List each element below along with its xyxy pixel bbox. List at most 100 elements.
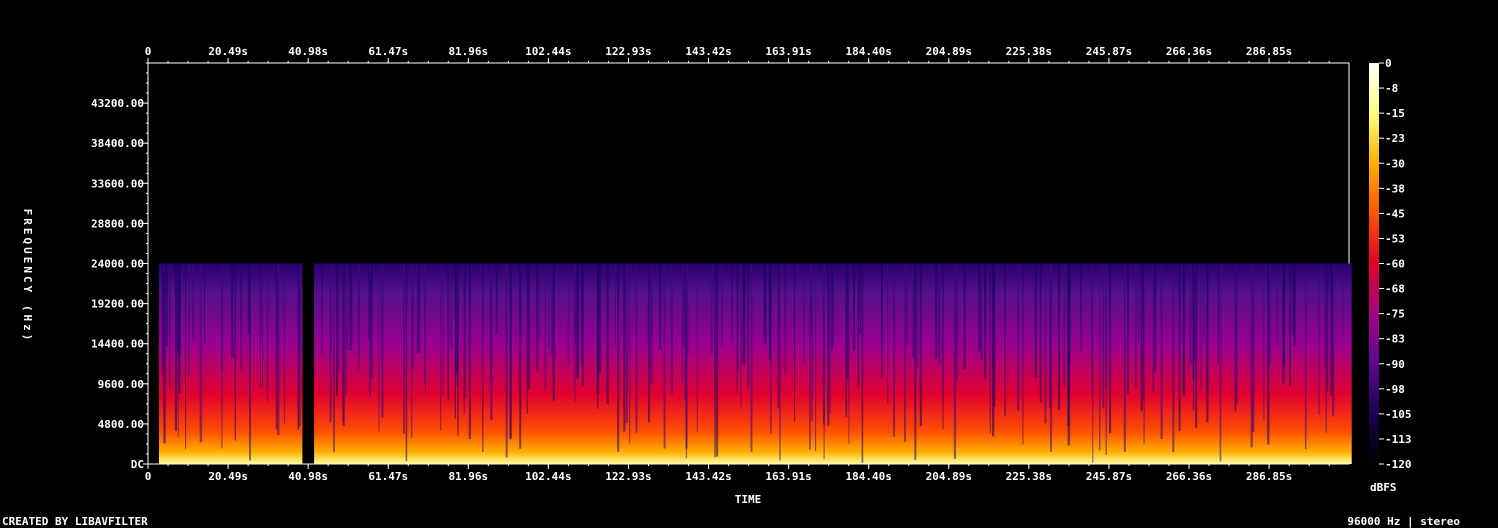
- spectrogram-streak: [1160, 263, 1163, 440]
- colorbar-tick-label: -8: [1385, 82, 1398, 95]
- x-tick-label-bottom: 225.38s: [1006, 470, 1052, 483]
- spectrogram-streak: [1189, 263, 1192, 364]
- spectrogram-streak: [1127, 263, 1129, 394]
- spectrogram-streak: [765, 263, 767, 344]
- colorbar-tick-label: -60: [1385, 258, 1405, 271]
- spectrogram-streak: [447, 263, 449, 401]
- spectrogram-streak: [411, 263, 414, 370]
- spectrogram-streak: [1219, 263, 1222, 462]
- spectrogram-streak: [231, 263, 234, 358]
- spectrogram-streak: [440, 263, 442, 431]
- spectrogram-streak: [482, 263, 484, 452]
- spectrogram-streak: [188, 263, 190, 376]
- spectrogram-streak: [538, 263, 541, 338]
- spectrogram-streak: [1058, 263, 1061, 410]
- colorbar-tick-label: -83: [1385, 333, 1405, 346]
- spectrogram-streak: [544, 263, 547, 391]
- spectrogram-streak: [266, 263, 269, 402]
- x-tick-label-top: 61.47s: [368, 45, 408, 58]
- spectrogram-streak: [548, 263, 550, 347]
- spectrogram-streak: [1217, 263, 1220, 364]
- x-tick-label-top: 204.89s: [926, 45, 972, 58]
- spectrogram-streak: [710, 263, 713, 354]
- x-tick-label-bottom: 122.93s: [605, 470, 651, 483]
- y-tick-label: 9600.00: [98, 378, 144, 391]
- spectrogram-streak: [358, 263, 361, 358]
- spectrogram-streak: [1324, 263, 1326, 369]
- spectrogram-streak: [984, 263, 987, 380]
- spectrogram-streak: [1099, 263, 1101, 451]
- x-tick-label-top: 40.98s: [288, 45, 328, 58]
- spectrogram-streak: [1004, 263, 1006, 416]
- spectrogram-streak: [178, 263, 181, 356]
- spectrogram-streak: [793, 263, 796, 422]
- spectrogram-streak: [1137, 263, 1140, 343]
- colorbar-tick-label: -90: [1385, 358, 1405, 371]
- spectrogram-streak: [576, 263, 579, 379]
- spectrogram-streak: [938, 263, 941, 365]
- spectrogram-streak: [597, 263, 599, 409]
- spectrogram-streak: [942, 263, 944, 429]
- spectrogram-streak: [1034, 263, 1038, 378]
- spectrogram-streak: [1105, 263, 1108, 389]
- colorbar-tick-label: -45: [1385, 207, 1405, 220]
- y-tick-label: DC: [131, 458, 144, 471]
- spectrogram-streak: [919, 263, 922, 427]
- spectrogram-streak: [342, 263, 344, 422]
- x-tick-label-top: 163.91s: [765, 45, 811, 58]
- spectrogram-streak: [370, 263, 373, 379]
- spectrogram-streak: [663, 263, 666, 449]
- footer-info: 96000 Hz | stereo: [1347, 515, 1460, 528]
- x-axis-top: 0 20.49s 40.98s 61.47s 81.96s 102.44s 122.93s 1…: [145, 45, 1330, 63]
- spectrogram-streak: [848, 263, 850, 445]
- spectrogram-streak: [1049, 263, 1051, 380]
- spectrogram-streak: [1325, 263, 1327, 433]
- spectrogram-streak: [814, 263, 817, 451]
- spectrogram-chart: 0 20.49s 40.98s 61.47s 81.96s 102.44s 122.93s 1…: [2, 45, 1460, 528]
- spectrogram-streak: [275, 263, 278, 430]
- spectrogram-streak: [831, 263, 833, 350]
- spectrogram-streak: [1293, 263, 1296, 346]
- spectrogram-streak: [769, 263, 772, 351]
- spectrogram-streak: [495, 263, 498, 334]
- spectrogram-streak: [1304, 263, 1307, 450]
- spectrogram-streak: [1330, 263, 1333, 396]
- spectrogram-streak: [625, 263, 628, 424]
- x-tick-label-bottom: 143.42s: [685, 470, 731, 483]
- x-tick-label-top: 0: [145, 45, 152, 58]
- spectrogram-streak: [1206, 263, 1209, 423]
- x-tick-label-bottom: 266.36s: [1166, 470, 1212, 483]
- colorbar-tick-label: -113: [1385, 433, 1412, 446]
- x-axis-title: TIME: [735, 493, 762, 506]
- y-tick-label: 33600.00: [91, 177, 144, 190]
- spectrogram-streak: [737, 263, 739, 371]
- spectrogram-streak: [381, 263, 384, 418]
- spectrogram-streak: [1102, 263, 1105, 409]
- colorbar-tick-label: -98: [1385, 383, 1405, 396]
- spectrogram-streak: [463, 263, 465, 415]
- spectrogram-streak: [1178, 263, 1181, 432]
- spectrogram-streak: [1263, 263, 1265, 421]
- spectrogram-streak: [980, 263, 983, 360]
- spectrogram-streak: [1044, 263, 1047, 424]
- x-tick-label-bottom: 102.44s: [525, 470, 571, 483]
- spectrogram-streak: [1142, 263, 1144, 399]
- spectrogram-streak: [1134, 263, 1137, 389]
- spectrogram-streak: [1289, 263, 1292, 387]
- spectrogram-streak: [174, 263, 178, 431]
- x-tick-label-bottom: 61.47s: [368, 470, 408, 483]
- spectrogram-streak: [852, 263, 856, 351]
- x-tick-label-bottom: 40.98s: [288, 470, 328, 483]
- spectrogram-streak: [163, 263, 166, 361]
- spectrogram-streak: [1203, 263, 1205, 345]
- x-tick-label-bottom: 245.87s: [1086, 470, 1132, 483]
- spectrogram-streak: [417, 263, 420, 353]
- colorbar-ticks: 0 -8 -15 -23 -30 -38 -45 -53 -60 -68 -75 -83 -90 -98 -…: [1379, 57, 1412, 471]
- spectrogram-streak: [1108, 263, 1112, 434]
- spectrogram-streak: [168, 263, 171, 389]
- spectrogram-streak: [349, 263, 352, 352]
- spectrogram-streak: [1140, 263, 1143, 412]
- spectrogram-streak: [747, 263, 749, 389]
- spectrogram-streak: [989, 263, 991, 434]
- colorbar-tick-label: -120: [1385, 458, 1412, 471]
